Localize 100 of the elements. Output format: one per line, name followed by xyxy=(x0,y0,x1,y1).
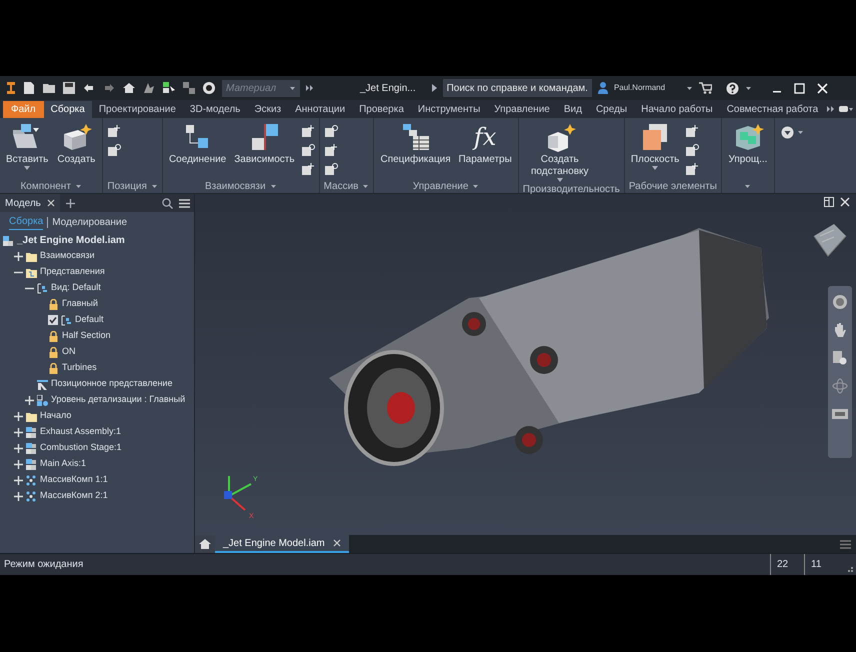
panel-label[interactable]: Управление xyxy=(412,178,468,194)
checkbox[interactable] xyxy=(48,315,58,325)
tree-item[interactable]: Combustion Stage:1 xyxy=(40,441,122,455)
panel-label[interactable]: Производительность xyxy=(522,182,620,196)
ribbon-button[interactable]: Соединение xyxy=(166,122,228,166)
tool-icon[interactable] xyxy=(300,162,315,176)
new-file-icon[interactable] xyxy=(22,81,36,95)
user-name[interactable]: Paul.Normand xyxy=(614,82,680,94)
document-tab[interactable]: _Jet Engine Model.iam xyxy=(215,535,349,553)
tool-icon[interactable] xyxy=(107,124,122,138)
redo-icon[interactable] xyxy=(102,81,116,95)
caret-icon[interactable] xyxy=(74,184,82,188)
search-field[interactable]: Поиск по справке и командам. xyxy=(442,79,592,97)
ribbon-tab[interactable]: Вид xyxy=(556,101,589,118)
ribbon-button[interactable]: Упрощ... xyxy=(726,122,770,166)
ribbon-button[interactable]: Вставить xyxy=(4,122,50,170)
steering-wheel-icon[interactable] xyxy=(832,294,848,310)
caret-icon[interactable] xyxy=(150,184,158,188)
maximize-icon[interactable] xyxy=(794,82,805,94)
panel-label[interactable]: Массив xyxy=(324,178,358,194)
overflow-icon[interactable] xyxy=(306,84,314,92)
browser-subtab[interactable]: Сборка xyxy=(9,214,44,230)
look-at-icon[interactable] xyxy=(831,406,849,420)
menu-icon[interactable] xyxy=(179,198,190,208)
panel-label[interactable]: Взаимосвязи xyxy=(204,178,266,194)
expand-icon[interactable] xyxy=(14,252,23,260)
overflow-icon[interactable] xyxy=(827,105,836,113)
tree-item[interactable]: _Jet Engine Model.iam xyxy=(17,232,125,248)
appearance-icon[interactable] xyxy=(202,81,216,95)
ribbon-tab[interactable]: Сборка xyxy=(44,101,92,118)
save-icon[interactable] xyxy=(62,81,76,95)
tool-icon[interactable] xyxy=(324,124,338,138)
expand-icon[interactable] xyxy=(14,460,23,468)
caret-icon[interactable] xyxy=(796,130,804,135)
tree-item[interactable]: Главный xyxy=(62,297,98,311)
ribbon-button[interactable]: Создать подстановку xyxy=(522,122,597,182)
components-icon[interactable] xyxy=(182,81,196,95)
tree-item[interactable]: Default xyxy=(75,313,104,327)
search-icon[interactable] xyxy=(162,198,173,208)
ribbon-tab[interactable]: Проектирование xyxy=(92,101,183,118)
ribbon-button[interactable]: Создать xyxy=(54,122,98,166)
caret-icon[interactable] xyxy=(270,184,277,188)
ribbon-button[interactable]: fx Параметры xyxy=(456,122,514,166)
tree-item[interactable]: Half Section xyxy=(62,329,111,343)
ribbon-tab[interactable]: Управление xyxy=(487,101,557,118)
add-icon[interactable] xyxy=(66,198,75,208)
tree-item[interactable]: МассивКомп 2:1 xyxy=(40,489,108,503)
ribbon-button[interactable]: Зависимость xyxy=(232,122,297,166)
tree-item[interactable]: Начало xyxy=(40,409,72,423)
expand-icon[interactable] xyxy=(14,412,23,420)
filter-icon[interactable] xyxy=(780,126,794,139)
ribbon-tab[interactable]: Эскиз xyxy=(247,101,288,118)
tree-item[interactable]: Main Axis:1 xyxy=(40,457,86,471)
tool-icon[interactable] xyxy=(300,124,315,138)
panel-toggle-icon[interactable] xyxy=(839,105,854,113)
home-icon[interactable] xyxy=(195,535,215,553)
tool-icon[interactable] xyxy=(685,124,700,138)
app-logo-icon[interactable] xyxy=(6,81,16,95)
tool-icon[interactable] xyxy=(300,143,315,157)
tree-item[interactable]: Представления xyxy=(40,265,105,279)
ribbon-tab[interactable]: Аннотации xyxy=(288,101,352,118)
tree-item[interactable]: ON xyxy=(62,345,76,359)
tool-icon[interactable] xyxy=(324,162,338,176)
cart-icon[interactable] xyxy=(698,82,712,94)
caret-icon[interactable] xyxy=(744,86,752,90)
tree-item[interactable]: Exhaust Assembly:1 xyxy=(40,425,122,439)
expand-icon[interactable] xyxy=(14,492,23,500)
panel-label[interactable]: Позиция xyxy=(107,178,147,194)
home-icon[interactable] xyxy=(122,81,136,95)
pan-hand-icon[interactable] xyxy=(832,322,848,338)
open-folder-icon[interactable] xyxy=(42,81,56,95)
split-view-icon[interactable] xyxy=(824,197,834,207)
expand-icon[interactable] xyxy=(14,428,23,436)
caret-icon[interactable] xyxy=(362,184,370,188)
tree-item[interactable]: Вид: Default xyxy=(51,281,101,295)
select-icon[interactable] xyxy=(162,81,176,95)
tool-icon[interactable] xyxy=(685,143,700,157)
browser-subtab[interactable]: Моделирование xyxy=(52,214,128,230)
ribbon-tab[interactable]: Совместная работа xyxy=(720,101,826,118)
ribbon-tab[interactable]: Среды xyxy=(588,101,634,118)
ribbon-tab[interactable]: 3D-модель xyxy=(182,101,248,118)
ribbon-tab[interactable]: Инструменты xyxy=(410,101,488,118)
close-icon[interactable] xyxy=(816,82,828,94)
tree-item[interactable]: Уровень детализации : Главный xyxy=(51,393,186,407)
panel-label[interactable]: Компонент xyxy=(20,178,71,194)
menu-icon[interactable] xyxy=(840,540,851,548)
browser-tab[interactable]: Модель xyxy=(0,194,60,212)
tool-icon[interactable] xyxy=(324,143,338,157)
panel-label[interactable]: Рабочие элементы xyxy=(628,178,717,194)
ribbon-button[interactable]: Плоскость xyxy=(628,122,682,170)
caret-icon[interactable] xyxy=(744,184,752,188)
tree-item[interactable]: Позиционное представление xyxy=(51,377,172,391)
close-icon[interactable] xyxy=(840,197,850,207)
caret-icon[interactable] xyxy=(472,184,480,188)
tool-icon[interactable] xyxy=(685,162,700,176)
ribbon-tab[interactable]: Проверка xyxy=(352,101,411,118)
caret-icon[interactable] xyxy=(686,86,693,90)
tree-item[interactable]: Взаимосвязи xyxy=(40,249,95,263)
expand-icon[interactable] xyxy=(14,444,23,452)
expand-icon[interactable] xyxy=(25,396,34,404)
